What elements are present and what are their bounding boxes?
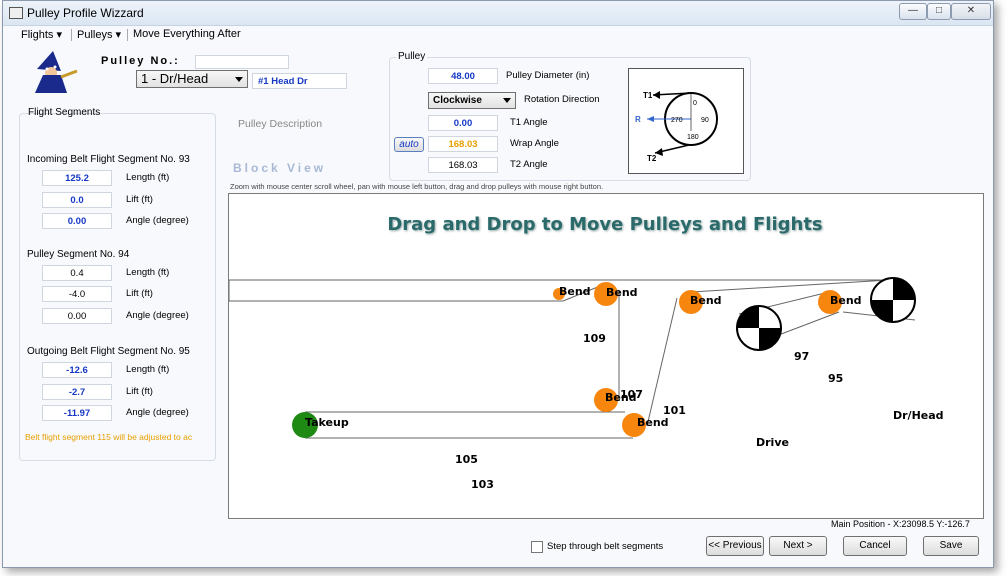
t1-angle-field[interactable]: 0.00 (428, 115, 498, 131)
t2-angle-field[interactable]: 168.03 (428, 157, 498, 173)
previous-button[interactable]: << Previous (706, 536, 764, 556)
pulley-seg-length-label: Length (ft) (126, 267, 170, 278)
pulley-name-field[interactable]: #1 Head Dr (252, 73, 347, 89)
incoming-angle-label: Angle (degree) (126, 215, 189, 226)
angle-180-text: 180 (687, 134, 699, 141)
bend-label-2: Bend (606, 286, 638, 299)
next-button[interactable]: Next > (769, 536, 827, 556)
close-button[interactable]: ✕ (951, 3, 991, 20)
canvas-hint: Zoom with mouse center scroll wheel, pan… (230, 182, 604, 191)
bend-label-4: Bend (830, 294, 862, 307)
chevron-down-icon (503, 98, 511, 103)
angle-270-text: 270 (671, 117, 683, 124)
pulley-no-blank (195, 55, 289, 69)
adjust-note: Belt flight segment 115 will be adjusted… (25, 432, 193, 442)
main-position-readout: Main Position - X:23098.5 Y:-126.7 (831, 519, 970, 529)
rotation-select-value: Clockwise (433, 95, 482, 106)
pulley-segment-title: Pulley Segment No. 94 (27, 249, 130, 260)
r-arrow-icon (647, 116, 654, 122)
segment-99-label: 99 (760, 331, 776, 344)
diameter-label: Pulley Diameter (in) (506, 70, 590, 81)
segment-101-label: 101 (663, 404, 686, 417)
head-drive-pulley[interactable] (870, 277, 916, 323)
pulley-description-label: Pulley Description (238, 118, 323, 130)
bend-label-6: Bend (637, 416, 669, 429)
outgoing-lift-field[interactable]: -2.7 (42, 384, 112, 400)
segment-97-label: 97 (794, 350, 810, 363)
outgoing-angle-label: Angle (degree) (126, 407, 189, 418)
dr-head-label: Dr/Head (893, 409, 944, 422)
t1-text: T1 (643, 91, 653, 100)
chevron-down-icon (235, 77, 243, 82)
pulley-seg-angle-label: Angle (degree) (126, 310, 189, 321)
t2-angle-label: T2 Angle (510, 159, 548, 170)
incoming-title: Incoming Belt Flight Segment No. 93 (27, 154, 190, 165)
step-through-label: Step through belt segments (547, 541, 664, 552)
outgoing-angle-field[interactable]: -11.97 (42, 405, 112, 421)
segment-95-label: 95 (828, 372, 844, 385)
block-view-canvas[interactable]: Drag and Drop to Move Pulleys and Flight… (228, 193, 984, 519)
angle-90-text: 90 (701, 117, 709, 124)
pulley-seg-lift-field[interactable]: -4.0 (42, 286, 112, 302)
wrap-angle-field[interactable]: 168.03 (428, 136, 498, 152)
segment-105-label: 105 (455, 453, 478, 466)
pulley-group-title: Pulley (396, 51, 428, 62)
menu-flights[interactable]: Flights ▾ (21, 28, 62, 41)
bend-label-3: Bend (690, 294, 722, 307)
menu-pulleys[interactable]: Pulleys ▾ (77, 28, 121, 41)
title-bar: Pulley Profile Wizzard — □ ✕ (3, 1, 993, 26)
step-through-checkbox[interactable] (531, 541, 543, 553)
block-view-label: Block View (233, 161, 327, 175)
flight-segments-title: Flight Segments (28, 107, 101, 118)
rotation-label: Rotation Direction (524, 94, 600, 105)
diameter-field[interactable]: 48.00 (428, 68, 498, 84)
incoming-lift-label: Lift (ft) (126, 194, 153, 205)
incoming-angle-field[interactable]: 0.00 (42, 213, 112, 229)
segment-107-label: 107 (620, 388, 643, 401)
wrap-angle-label: Wrap Angle (510, 138, 559, 149)
menu-move-everything-after[interactable]: Move Everything After (133, 28, 241, 40)
incoming-length-label: Length (ft) (126, 172, 170, 183)
takeup-label: Takeup (305, 416, 349, 429)
pulley-group: Pulley 48.00 Pulley Diameter (in) Clockw… (389, 51, 751, 181)
incoming-lift-field[interactable]: 0.0 (42, 192, 112, 208)
angle-0-text: 0 (693, 100, 697, 107)
pulley-seg-lift-label: Lift (ft) (126, 288, 153, 299)
outgoing-title: Outgoing Belt Flight Segment No. 95 (27, 346, 190, 357)
minimize-button[interactable]: — (899, 3, 927, 20)
top-right-line (690, 279, 890, 293)
incoming-length-field[interactable]: 125.2 (42, 170, 112, 186)
pulley-no-label: Pulley No.: (101, 55, 180, 67)
r-text: R (635, 115, 641, 124)
pulley-seg-angle-field[interactable]: 0.00 (42, 308, 112, 324)
menu-bar: Flights ▾ Pulleys ▾ Move Everything Afte… (11, 25, 989, 45)
save-button[interactable]: Save (923, 536, 979, 556)
cancel-button[interactable]: Cancel (843, 536, 907, 556)
drive-label: Drive (756, 436, 789, 449)
pulley-select-value: 1 - Dr/Head (141, 71, 209, 86)
pulley-seg-length-field[interactable]: 0.4 (42, 265, 112, 281)
outgoing-length-field[interactable]: -12.6 (42, 362, 112, 378)
wizard-window: Pulley Profile Wizzard — □ ✕ Flights ▾ P… (2, 0, 994, 568)
t1-angle-label: T1 Angle (510, 117, 548, 128)
maximize-button[interactable]: □ (927, 3, 951, 20)
outgoing-length-label: Length (ft) (126, 364, 170, 375)
window-title: Pulley Profile Wizzard (27, 6, 144, 20)
rotation-select[interactable]: Clockwise (428, 92, 516, 109)
app-icon (9, 7, 23, 19)
t1-arrow-icon (653, 91, 660, 99)
auto-wrap-button[interactable]: auto (394, 137, 424, 152)
bend-label-1: Bend (559, 285, 591, 298)
t2-text: T2 (647, 154, 657, 163)
segment-109-label: 109 (583, 332, 606, 345)
pulley-select[interactable]: 1 - Dr/Head (136, 70, 248, 88)
wizard-logo (35, 51, 78, 93)
flight-segments-panel: Flight Segments Incoming Belt Flight Seg… (19, 107, 216, 461)
wrap-diagram: T1 T2 R 0 90 180 270 (628, 68, 744, 174)
segment-103-label: 103 (471, 478, 494, 491)
belt-diagram (229, 277, 916, 439)
outgoing-lift-label: Lift (ft) (126, 386, 153, 397)
